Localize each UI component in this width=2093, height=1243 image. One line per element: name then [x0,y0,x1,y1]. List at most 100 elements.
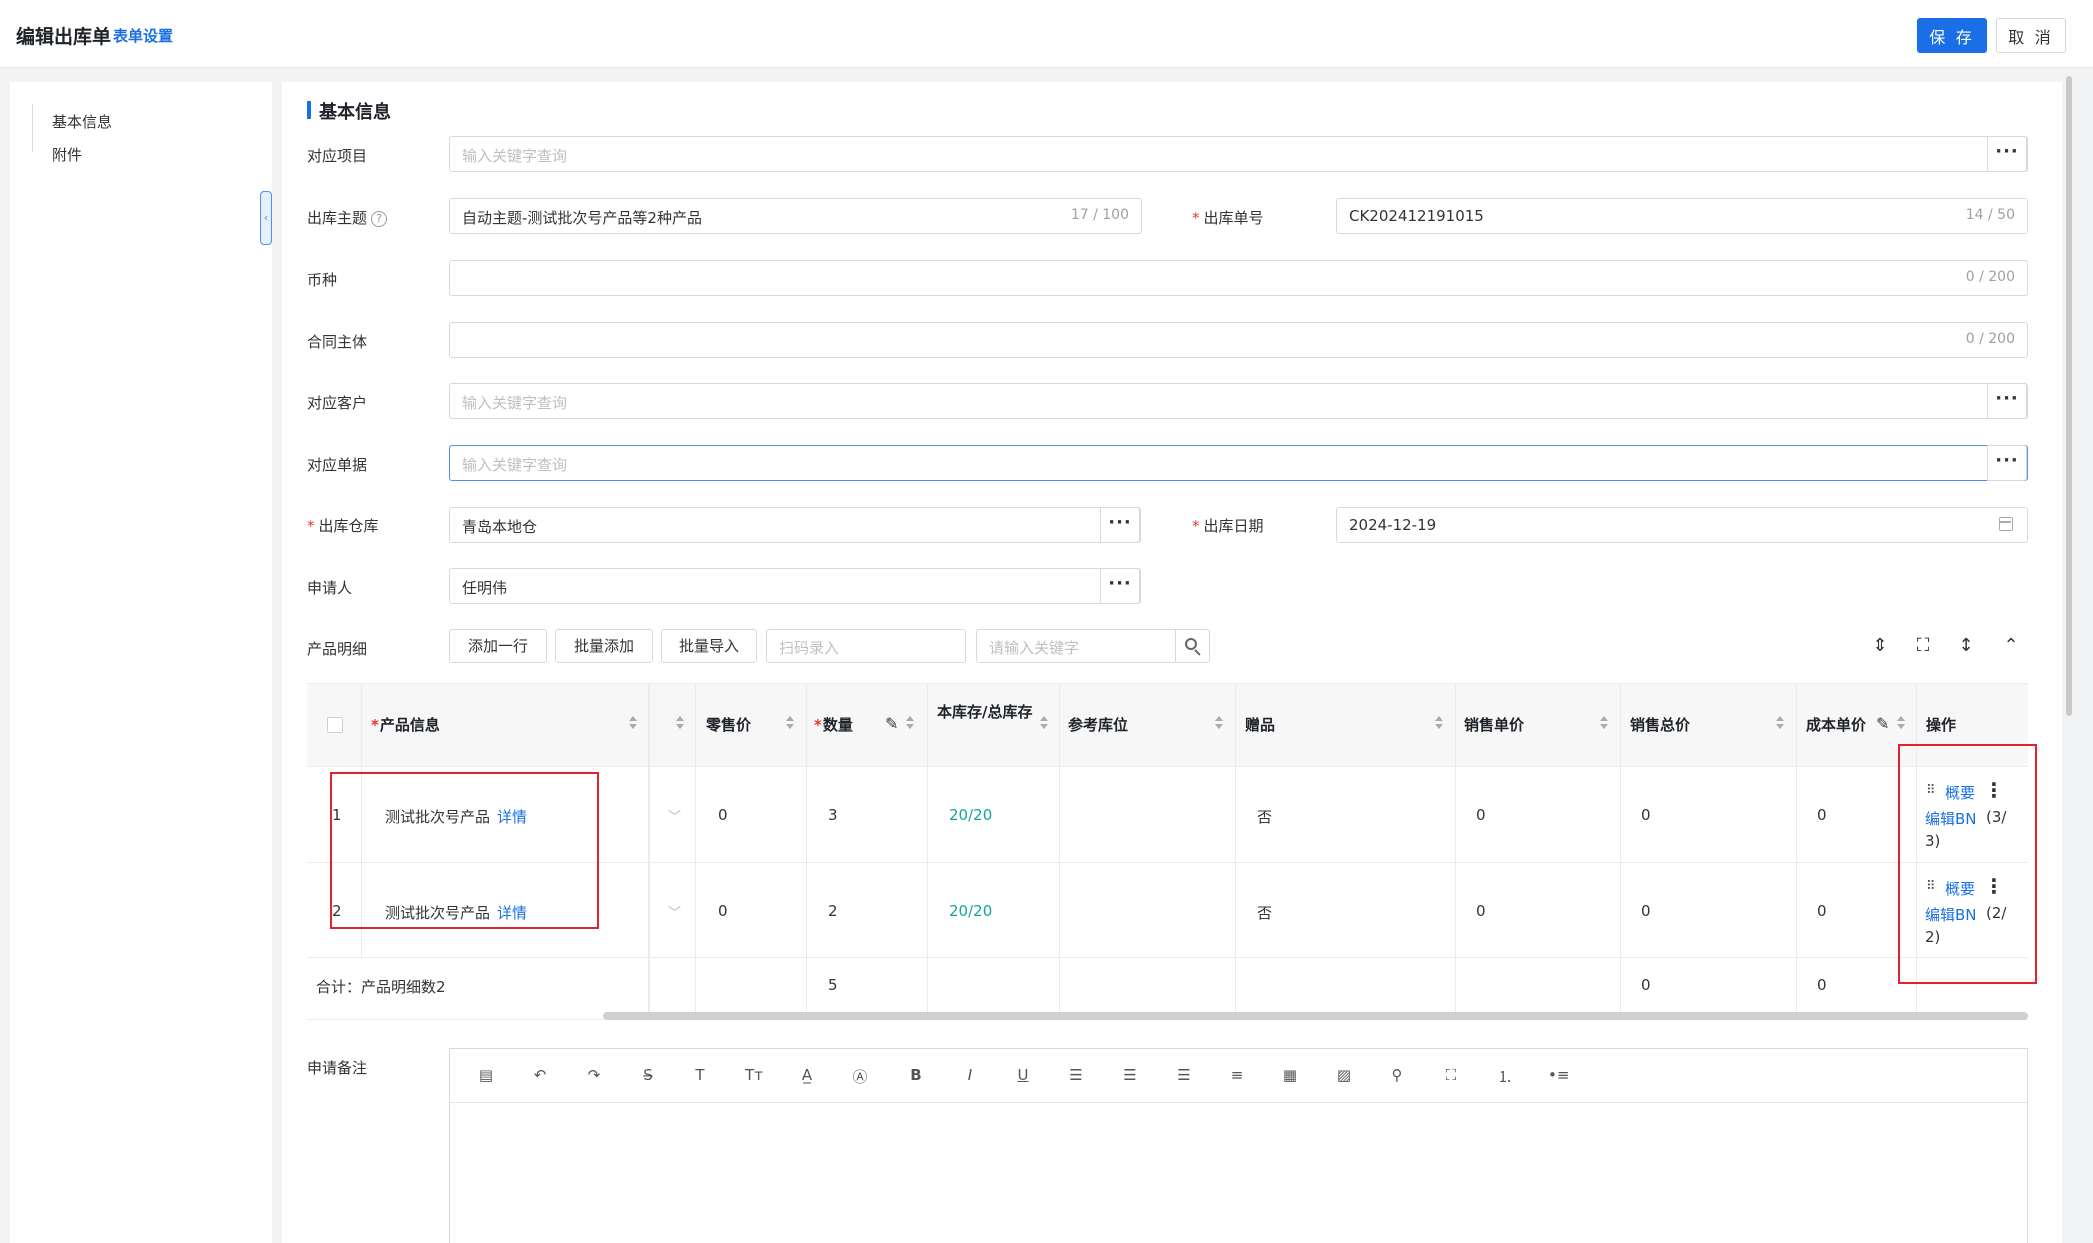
contract-entity-field[interactable]: 0 / 200 [449,322,2028,358]
font-icon[interactable]: T [690,1066,710,1084]
help-icon[interactable]: ? [371,210,388,227]
scrollbar-thumb[interactable] [2066,76,2072,716]
remarks-editor[interactable]: ▤ ↶ ↷ S̶ T Tт A̲ Ⓐ B I U ☰ ☰ ☰ ≡ ▦ ▨ ⚲ ⛶… [449,1048,2028,1243]
font-size-icon[interactable]: Tт [744,1066,764,1084]
column-header-sale-unit-price[interactable]: 销售单价 [1464,714,1524,735]
retail-price-cell: 0 [718,806,728,824]
undo-icon[interactable]: ↶ [530,1066,550,1084]
search-icon[interactable] [1176,629,1210,663]
sale-total-cell: 0 [1641,902,1651,920]
subject-field[interactable]: 自动主题-测试批次号产品等2种产品 17 / 100 [449,198,1142,234]
chevron-down-icon[interactable]: ﹀ [668,902,681,921]
column-header-retail-price[interactable]: 零售价 [706,714,751,735]
select-all-checkbox[interactable] [327,717,343,733]
bold-icon[interactable]: B [906,1066,926,1084]
fullscreen-icon[interactable]: ⛶ [1913,636,1933,656]
nav-divider [32,104,33,152]
justify-icon[interactable]: ≡ [1227,1066,1247,1084]
align-left-icon[interactable]: ☰ [1066,1066,1086,1084]
underline-icon[interactable]: U [1013,1066,1033,1084]
add-row-button[interactable]: 添加一行 [449,629,547,663]
quantity-cell[interactable]: 2 [828,902,838,920]
more-icon[interactable]: ··· [1987,136,2027,172]
column-header-gift[interactable]: 赠品 [1245,714,1275,735]
sort-icon[interactable] [675,714,685,732]
sort-icon[interactable] [905,714,915,732]
italic-icon[interactable]: I [960,1066,980,1084]
more-icon[interactable]: ··· [1987,383,2027,419]
product-search-input[interactable]: 请输入关键字 [976,629,1176,663]
gift-cell: 否 [1257,904,1273,922]
save-button[interactable]: 保 存 [1917,18,1987,53]
more-icon[interactable]: ··· [1987,445,2027,481]
document-label: 对应单据 [307,456,368,474]
document-field[interactable]: 输入关键字查询 ··· [449,445,2028,481]
column-header-quantity[interactable]: *数量 [814,714,853,735]
project-field[interactable]: 输入关键字查询 ··· [449,136,2028,172]
align-center-icon[interactable]: ☰ [1120,1066,1140,1084]
ordered-list-icon[interactable]: ⒈ [1495,1066,1515,1087]
applicant-field[interactable]: 任明伟 ··· [449,568,1141,604]
date-field[interactable]: 2024-12-19 [1336,507,2028,543]
sort-icon[interactable] [785,714,795,732]
customer-field[interactable]: 输入关键字查询 ··· [449,383,2028,419]
chevron-down-icon[interactable]: ﹀ [668,806,681,825]
vertical-scrollbar[interactable] [2064,76,2074,716]
sort-icon[interactable] [1434,714,1444,732]
project-label: 对应项目 [307,147,368,165]
batch-import-button[interactable]: 批量导入 [661,629,757,663]
column-header-sale-total[interactable]: 销售总价 [1630,714,1690,735]
row-divider [307,957,2028,958]
sort-icon[interactable] [1599,714,1609,732]
sale-total-cell: 0 [1641,806,1651,824]
subject-value: 自动主题-测试批次号产品等2种产品 [462,209,702,227]
row-height-icon[interactable]: ⇕ [1870,636,1890,656]
horizontal-scrollbar[interactable] [603,1012,2028,1020]
chevron-up-icon[interactable]: ⌃ [2001,636,2021,656]
calendar-icon[interactable] [1999,517,2013,531]
total-cost: 0 [1817,976,1827,994]
chevron-left-icon[interactable]: ‹ [260,191,272,245]
retail-price-cell: 0 [718,902,728,920]
sort-icon[interactable] [628,714,638,732]
gift-cell: 否 [1257,808,1273,826]
sidebar-item-attachments[interactable]: 附件 [52,144,82,165]
sort-icon[interactable] [1039,714,1049,732]
column-header-cost-unit-price[interactable]: 成本单价 [1806,714,1866,735]
table-icon[interactable]: ▦ [1280,1066,1300,1084]
pencil-icon[interactable]: ✎ [885,714,898,733]
align-right-icon[interactable]: ☰ [1174,1066,1194,1084]
more-icon[interactable]: ··· [1100,568,1140,604]
sort-icon[interactable] [1775,714,1785,732]
batch-add-button[interactable]: 批量添加 [555,629,653,663]
column-divider [649,683,650,1020]
sort-icon[interactable] [1896,714,1906,732]
cancel-button[interactable]: 取 消 [1996,18,2066,53]
redo-icon[interactable]: ↷ [584,1066,604,1084]
template-icon[interactable]: ▤ [476,1066,496,1084]
highlight-box [330,772,599,929]
sidebar-item-basic-info[interactable]: 基本信息 [52,111,112,132]
expand-vertical-icon[interactable]: ↕ [1956,636,1976,656]
scan-input[interactable]: 扫码录入 [766,629,966,663]
date-value: 2024-12-19 [1349,516,1437,534]
more-icon[interactable]: ··· [1100,507,1140,543]
strikethrough-icon[interactable]: S̶ [638,1066,658,1084]
attachment-icon[interactable]: ⚲ [1387,1066,1407,1084]
form-settings-link[interactable]: 表单设置 [113,25,173,46]
image-icon[interactable]: ▨ [1334,1066,1354,1084]
order-no-field[interactable]: CK202412191015 14 / 50 [1336,198,2028,234]
column-header-product-info[interactable]: *产品信息 [371,714,440,735]
fullscreen-icon[interactable]: ⛶ [1441,1066,1461,1084]
column-header-stock[interactable]: 本库存/总库存 [937,700,1037,724]
column-header-location[interactable]: 参考库位 [1068,714,1128,735]
pencil-icon[interactable]: ✎ [1876,714,1889,733]
currency-field[interactable]: 0 / 200 [449,260,2028,296]
background-color-icon[interactable]: Ⓐ [850,1066,870,1087]
column-divider [1059,683,1060,1020]
font-color-icon[interactable]: A̲ [797,1066,817,1084]
sort-icon[interactable] [1214,714,1224,732]
quantity-cell[interactable]: 3 [828,806,838,824]
bullet-list-icon[interactable]: •≡ [1548,1066,1569,1084]
warehouse-field[interactable]: 青岛本地仓 ··· [449,507,1141,543]
